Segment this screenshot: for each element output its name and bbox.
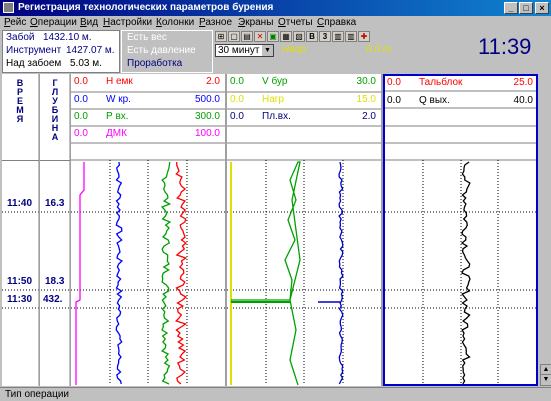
n-emk-curve: [175, 161, 188, 385]
track-grid: [2, 74, 536, 386]
status-bar-text: Тип операции: [5, 389, 70, 400]
q-vyh-curve: [460, 161, 471, 385]
pl-vh-curve: [338, 161, 344, 385]
status-bar: Тип операции: [0, 387, 551, 401]
log-tracks: [2, 74, 536, 386]
dmk-curve: [75, 162, 85, 385]
w-kr-curve: [115, 161, 123, 385]
p-vh-curve: [160, 161, 172, 385]
v-bur-curve: [231, 161, 301, 386]
log-curves: [75, 161, 471, 386]
